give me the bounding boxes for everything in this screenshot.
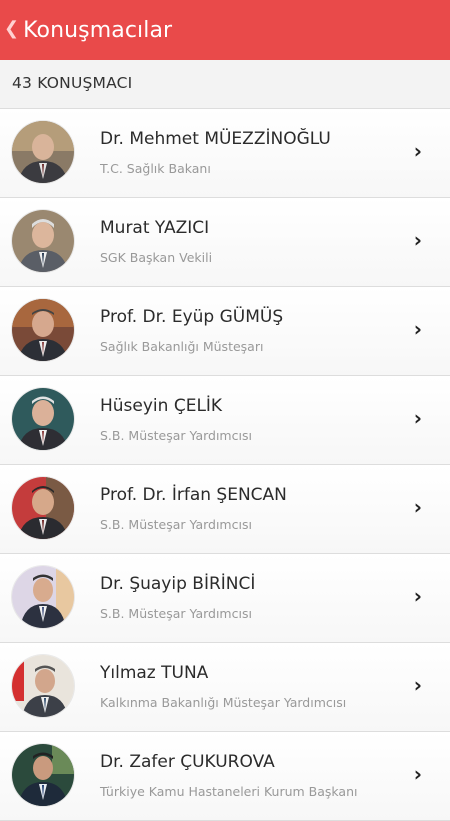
chevron-right-icon: › — [413, 495, 422, 519]
speaker-photo — [12, 388, 74, 450]
list-item[interactable]: Dr. Mehmet MÜEZZİNOĞLU T.C. Sağlık Bakan… — [0, 109, 450, 198]
speaker-photo — [12, 477, 74, 539]
chevron-right-icon: › — [413, 673, 422, 697]
chevron-right-icon: › — [413, 584, 422, 608]
speaker-photo — [12, 566, 74, 628]
speaker-role: S.B. Müsteşar Yardımcısı — [100, 606, 252, 621]
chevron-right-icon: › — [413, 406, 422, 430]
chevron-right-icon: › — [413, 228, 422, 252]
list-item[interactable]: Prof. Dr. Eyüp GÜMÜŞ Sağlık Bakanlığı Mü… — [0, 287, 450, 376]
speaker-role: S.B. Müsteşar Yardımcısı — [100, 517, 252, 532]
speaker-photo — [12, 655, 74, 717]
speaker-role: Türkiye Kamu Hastaneleri Kurum Başkanı — [100, 784, 358, 799]
speaker-photo — [12, 744, 74, 806]
speaker-name: Prof. Dr. İrfan ŞENCAN — [100, 485, 287, 505]
speaker-name: Yılmaz TUNA — [100, 663, 209, 683]
speaker-photo — [12, 299, 74, 361]
list-item[interactable]: Hüseyin ÇELİK S.B. Müsteşar Yardımcısı › — [0, 376, 450, 465]
speaker-name: Dr. Şuayip BİRİNCİ — [100, 574, 256, 594]
speaker-photo — [12, 121, 74, 183]
chevron-left-icon[interactable]: ❮ — [4, 18, 19, 39]
chevron-right-icon: › — [413, 317, 422, 341]
list-item[interactable]: Murat YAZICI SGK Başkan Vekili › — [0, 198, 450, 287]
chevron-right-icon: › — [413, 762, 422, 786]
speaker-name: Dr. Zafer ÇUKUROVA — [100, 752, 275, 772]
speaker-name: Hüseyin ÇELİK — [100, 396, 223, 416]
list-item[interactable]: Dr. Şuayip BİRİNCİ S.B. Müsteşar Yardımc… — [0, 554, 450, 643]
page-title[interactable]: Konuşmacılar — [23, 18, 172, 43]
speaker-name: Prof. Dr. Eyüp GÜMÜŞ — [100, 307, 284, 327]
list-item[interactable]: Yılmaz TUNA Kalkınma Bakanlığı Müsteşar … — [0, 643, 450, 732]
speaker-name: Murat YAZICI — [100, 218, 210, 238]
speaker-role: Kalkınma Bakanlığı Müsteşar Yardımcısı — [100, 695, 347, 710]
speaker-role: Sağlık Bakanlığı Müsteşarı — [100, 339, 264, 354]
speaker-list: Dr. Mehmet MÜEZZİNOĞLU T.C. Sağlık Bakan… — [0, 108, 450, 821]
speaker-role: SGK Başkan Vekili — [100, 250, 213, 265]
speaker-role: S.B. Müsteşar Yardımcısı — [100, 428, 252, 443]
speaker-name: Dr. Mehmet MÜEZZİNOĞLU — [100, 129, 331, 149]
chevron-right-icon: › — [413, 139, 422, 163]
speaker-role: T.C. Sağlık Bakanı — [100, 161, 211, 176]
list-item[interactable]: Dr. Zafer ÇUKUROVA Türkiye Kamu Hastanel… — [0, 732, 450, 821]
speaker-count: 43 KONUŞMACI — [12, 74, 133, 92]
list-item[interactable]: Prof. Dr. İrfan ŞENCAN S.B. Müsteşar Yar… — [0, 465, 450, 554]
app-header: ❮ Konuşmacılar — [0, 0, 450, 60]
speaker-photo — [12, 210, 74, 272]
